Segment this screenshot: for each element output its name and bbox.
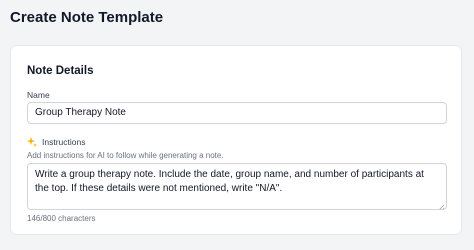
instructions-helper-text: Add instructions for AI to follow while … [27,151,224,160]
instructions-textarea[interactable]: Write a group therapy note. Include the … [27,163,447,210]
character-counter: 146/800 characters [27,214,96,223]
resize-handle-icon[interactable] [438,201,445,209]
section-title: Note Details [27,65,94,77]
instructions-label: Instructions [42,137,86,147]
page-title: Create Note Template [10,9,164,26]
name-label: Name [27,90,50,100]
instructions-text: Write a group therapy note. Include the … [35,169,424,194]
name-input[interactable]: Group Therapy Note [27,102,447,124]
note-details-card: Note Details Name Group Therapy Note Ins… [10,45,462,235]
sparkle-icon [27,137,37,147]
instructions-label-row: Instructions [27,137,85,147]
